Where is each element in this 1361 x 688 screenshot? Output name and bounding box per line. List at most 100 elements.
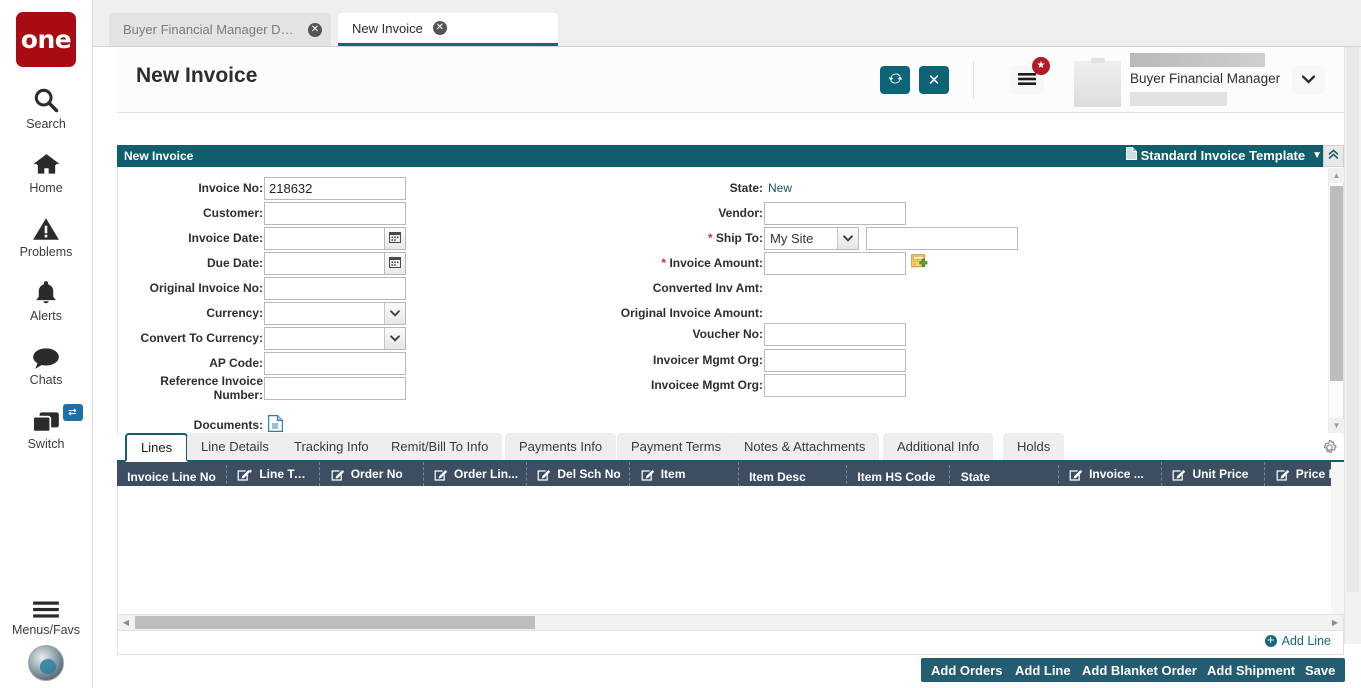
field-label-text: Ship To: bbox=[715, 231, 763, 245]
redacted-user-field-bottom bbox=[1130, 92, 1227, 106]
page-title: New Invoice bbox=[136, 64, 258, 87]
page-header: New Invoice ✕ ★ Buyer Financial Manager bbox=[117, 47, 1344, 113]
add-blanket-orders-button[interactable]: Add Blanket Orders bbox=[1072, 658, 1215, 682]
invoice-no-input[interactable] bbox=[264, 177, 406, 200]
invoicee-mgmt-org-input[interactable] bbox=[764, 374, 906, 397]
collapse-panel-button[interactable] bbox=[1323, 145, 1344, 167]
lines-grid-body[interactable] bbox=[117, 486, 1344, 614]
grid-column-order-line[interactable]: Order Lin... bbox=[427, 462, 528, 486]
add-line-row: + Add Line bbox=[117, 631, 1344, 655]
avatar[interactable] bbox=[28, 645, 64, 681]
grid-column-invoice-line-no[interactable]: Invoice Line No bbox=[117, 464, 227, 486]
user-menu-button[interactable] bbox=[1292, 65, 1325, 94]
scroll-left-icon[interactable]: ◀ bbox=[119, 615, 133, 630]
scroll-right-icon[interactable]: ▶ bbox=[1328, 615, 1342, 630]
invoice-template-selector[interactable]: Standard Invoice Template ▼ bbox=[1125, 147, 1322, 163]
grid-column-item[interactable]: Item bbox=[634, 462, 739, 486]
grid-column-item-desc[interactable]: Item Desc bbox=[742, 464, 848, 486]
svg-text:*: * bbox=[249, 468, 253, 476]
browser-tab-dashboard[interactable]: Buyer Financial Manager Dashb... ✕ bbox=[109, 13, 331, 46]
add-line-button[interactable]: Add Line bbox=[1005, 658, 1081, 682]
convert-to-currency-select[interactable] bbox=[264, 327, 406, 350]
scroll-up-icon[interactable]: ▲ bbox=[1329, 168, 1344, 183]
bell-icon bbox=[33, 276, 59, 306]
column-label: Del Sch No bbox=[557, 467, 621, 481]
sidebar-item-search[interactable]: Search bbox=[0, 84, 93, 131]
tab-remit-bill-to-info[interactable]: Remit/Bill To Info bbox=[377, 433, 503, 460]
edit-pencil-icon bbox=[1172, 468, 1186, 481]
tab-holds[interactable]: Holds bbox=[1003, 433, 1065, 460]
grid-column-del-sch-no[interactable]: Del Sch No bbox=[530, 462, 631, 486]
form-vertical-scrollbar[interactable]: ▲ ▼ bbox=[1328, 168, 1344, 433]
sidebar-item-home[interactable]: Home bbox=[0, 148, 93, 195]
due-date-calendar-button[interactable] bbox=[385, 252, 406, 275]
currency-select[interactable] bbox=[264, 302, 406, 325]
warning-triangle-icon bbox=[32, 212, 60, 242]
add-line-link[interactable]: + Add Line bbox=[1264, 634, 1331, 648]
customer-input[interactable] bbox=[264, 202, 406, 225]
invoicer-mgmt-org-input[interactable] bbox=[764, 349, 906, 372]
sidebar-item-label: Alerts bbox=[30, 309, 62, 323]
tab-tracking-info[interactable]: Tracking Info bbox=[280, 433, 383, 460]
tab-payment-terms[interactable]: Payment Terms bbox=[617, 433, 736, 460]
tab-lines[interactable]: Lines bbox=[125, 433, 189, 462]
grid-column-order-no[interactable]: Order No bbox=[324, 462, 424, 486]
grid-column-unit-price[interactable]: Unit Price bbox=[1165, 462, 1266, 486]
ap-code-input[interactable] bbox=[264, 352, 406, 375]
refresh-button[interactable] bbox=[880, 66, 910, 94]
invoice-amount-input[interactable] bbox=[764, 252, 906, 275]
page-scrollbar-thumb[interactable] bbox=[1346, 47, 1359, 592]
form-panel-header: New Invoice Standard Invoice Template ▼ bbox=[117, 145, 1344, 167]
scrollbar-thumb[interactable] bbox=[135, 616, 535, 629]
field-label-invoicee-mgmt-org: Invoicee Mgmt Org: bbox=[650, 378, 763, 392]
save-button[interactable]: Save bbox=[1295, 658, 1346, 682]
scroll-down-icon[interactable]: ▼ bbox=[1329, 418, 1344, 433]
close-icon[interactable]: ✕ bbox=[308, 22, 322, 37]
favorite-star-badge[interactable]: ★ bbox=[1032, 57, 1050, 75]
chat-bubble-icon bbox=[31, 340, 61, 370]
tab-line-details[interactable]: Line Details bbox=[187, 433, 283, 460]
voucher-no-input[interactable] bbox=[764, 323, 906, 346]
column-label: State bbox=[960, 469, 991, 484]
browser-tab-new-invoice[interactable]: New Invoice ✕ bbox=[338, 13, 558, 46]
sidebar-item-menus-favs[interactable]: Menus/Favs bbox=[0, 590, 93, 637]
add-orders-button[interactable]: Add Orders bbox=[921, 658, 1013, 682]
hamburger-menu-icon bbox=[1018, 72, 1036, 89]
sidebar-item-alerts[interactable]: Alerts bbox=[0, 276, 93, 323]
switch-badge-icon[interactable]: ⇄ bbox=[62, 404, 83, 421]
close-page-button[interactable]: ✕ bbox=[919, 66, 949, 94]
grid-horizontal-scrollbar[interactable]: ◀ ▶ bbox=[117, 614, 1344, 631]
grid-column-line-type[interactable]: * Line Type bbox=[230, 462, 321, 486]
logo-text: one bbox=[20, 25, 72, 54]
reference-invoice-number-input[interactable] bbox=[264, 377, 406, 400]
gear-icon[interactable] bbox=[1321, 439, 1338, 456]
column-label: Unit Price bbox=[1192, 467, 1249, 481]
tab-payments-info[interactable]: Payments Info bbox=[505, 433, 617, 460]
scrollbar-thumb[interactable] bbox=[1330, 186, 1343, 381]
redacted-user-field-top bbox=[1130, 53, 1265, 67]
user-photo-placeholder bbox=[1074, 58, 1121, 107]
sidebar-item-problems[interactable]: Problems bbox=[0, 212, 93, 259]
invoice-amount-calculator-icon[interactable] bbox=[911, 253, 928, 270]
sidebar-item-label: Home bbox=[29, 181, 63, 195]
field-label-ap-code: AP Code: bbox=[209, 356, 263, 370]
sidebar-item-switch[interactable]: ⇄ Switch bbox=[0, 404, 93, 451]
one-network-logo[interactable]: one bbox=[16, 12, 76, 67]
grid-column-item-hs-code[interactable]: Item HS Code bbox=[850, 464, 951, 486]
invoice-date-input[interactable] bbox=[264, 227, 385, 250]
add-shipment-button[interactable]: Add Shipment bbox=[1197, 658, 1306, 682]
due-date-input[interactable] bbox=[264, 252, 385, 275]
tab-additional-info[interactable]: Additional Info bbox=[883, 433, 994, 460]
document-icon bbox=[1125, 147, 1137, 163]
tab-notes-attachments[interactable]: Notes & Attachments bbox=[730, 433, 880, 460]
invoice-date-calendar-button[interactable] bbox=[385, 227, 406, 250]
vendor-input[interactable] bbox=[764, 202, 906, 225]
original-invoice-no-input[interactable] bbox=[264, 277, 406, 300]
ship-to-value-input[interactable] bbox=[866, 227, 1018, 250]
grid-column-invoice-qty[interactable]: Invoice ... bbox=[1062, 462, 1163, 486]
sidebar-item-chats[interactable]: Chats bbox=[0, 340, 93, 387]
grid-column-state[interactable]: State bbox=[954, 464, 1059, 486]
documents-attachment-icon[interactable] bbox=[268, 415, 283, 432]
close-icon[interactable]: ✕ bbox=[432, 21, 447, 35]
ship-to-select[interactable]: My Site bbox=[764, 227, 859, 250]
